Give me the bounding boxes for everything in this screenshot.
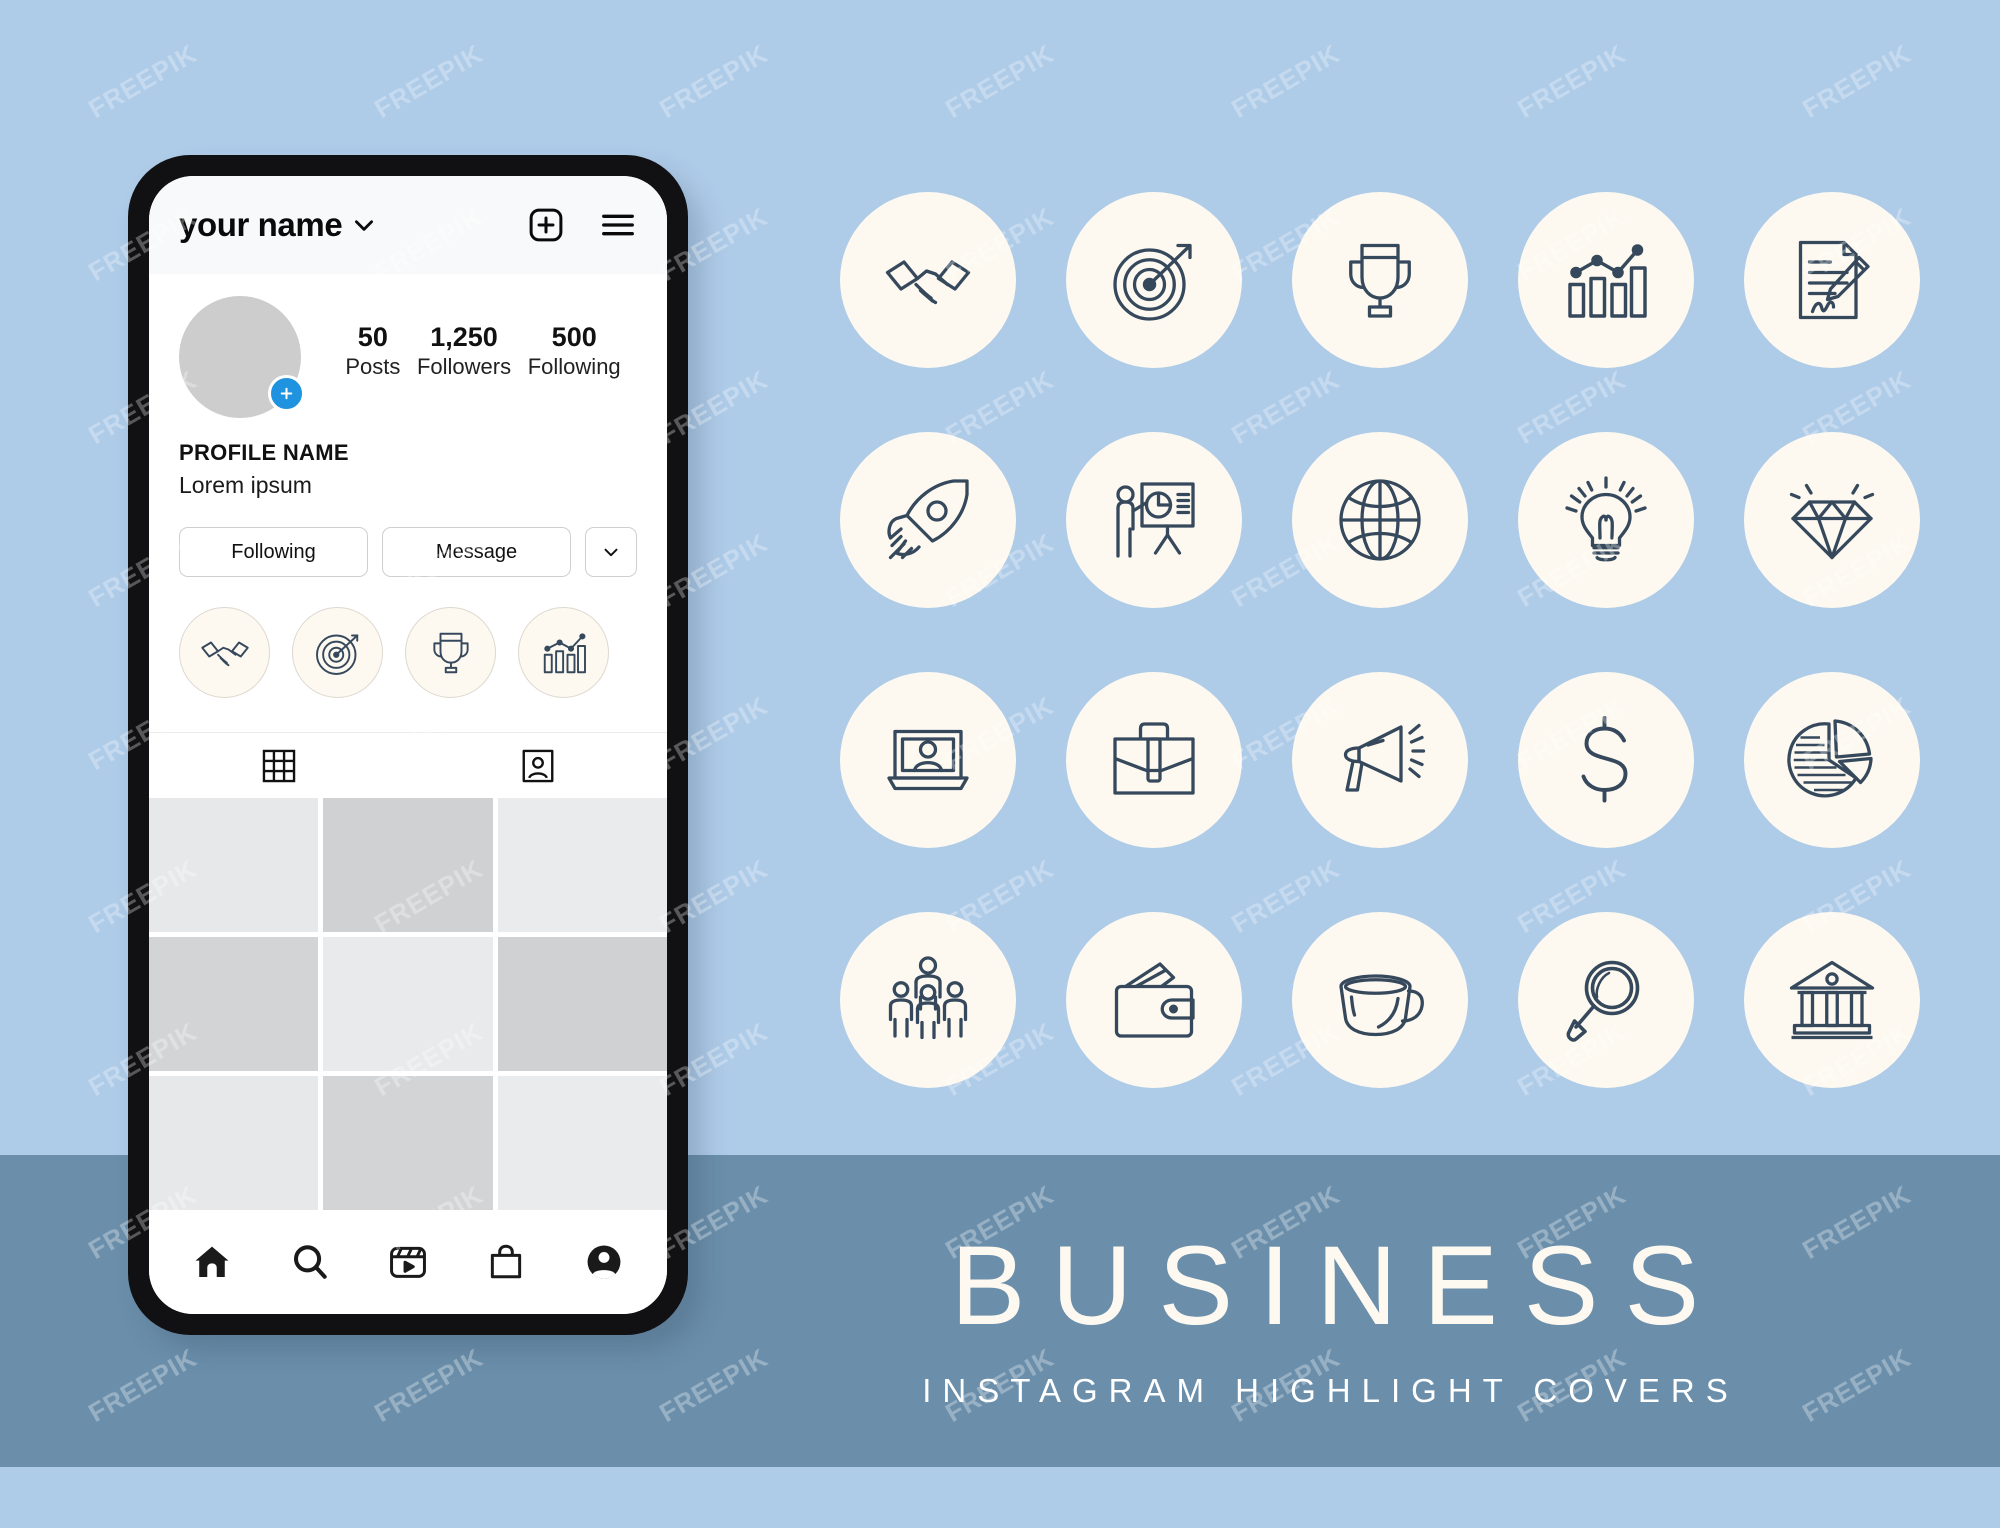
phone-mockup: your name 50 Posts 1,250 Followers 500 F… xyxy=(128,155,688,1335)
highlight-growth-chart[interactable] xyxy=(518,607,609,698)
cover-target[interactable] xyxy=(1066,192,1242,368)
profile-bio: PROFILE NAME Lorem ipsum xyxy=(149,418,667,499)
page-title: BUSINESS xyxy=(950,1223,1726,1348)
cover-pie-chart[interactable] xyxy=(1744,672,1920,848)
following-button[interactable]: Following xyxy=(179,527,368,577)
cover-growth-chart[interactable] xyxy=(1518,192,1694,368)
search-icon[interactable] xyxy=(289,1241,331,1283)
tab-grid[interactable] xyxy=(149,733,408,798)
grid-cell[interactable] xyxy=(323,937,493,1071)
cover-globe[interactable] xyxy=(1292,432,1468,608)
stat-value: 50 xyxy=(357,322,388,352)
add-post-icon[interactable] xyxy=(527,206,565,244)
profile-display-name: PROFILE NAME xyxy=(179,440,349,465)
grid-cell[interactable] xyxy=(497,798,667,932)
avatar[interactable] xyxy=(179,296,305,418)
chevron-down-icon[interactable] xyxy=(351,212,377,238)
cover-magnifier[interactable] xyxy=(1518,912,1694,1088)
cover-wallet[interactable] xyxy=(1066,912,1242,1088)
profile-section: 50 Posts 1,250 Followers 500 Following xyxy=(149,274,667,418)
more-options-button[interactable] xyxy=(585,527,637,577)
grid-cell[interactable] xyxy=(323,798,493,932)
grid-cell[interactable] xyxy=(497,1076,667,1210)
stat-label: Posts xyxy=(345,354,401,380)
stat-value: 500 xyxy=(551,322,597,352)
stat-label: Following xyxy=(527,354,621,380)
cover-rocket[interactable] xyxy=(840,432,1016,608)
cover-diamond[interactable] xyxy=(1744,432,1920,608)
reels-icon[interactable] xyxy=(387,1241,429,1283)
cover-briefcase[interactable] xyxy=(1066,672,1242,848)
highlight-handshake[interactable] xyxy=(179,607,270,698)
bottom-navigation xyxy=(149,1210,667,1314)
shop-bag-icon[interactable] xyxy=(485,1241,527,1283)
instagram-header: your name xyxy=(149,176,667,274)
cover-bank-building[interactable] xyxy=(1744,912,1920,1088)
cover-coffee-cup[interactable] xyxy=(1292,912,1468,1088)
stat-label: Followers xyxy=(416,354,512,380)
highlight-trophy[interactable] xyxy=(405,607,496,698)
profile-bio-text: Lorem ipsum xyxy=(179,472,312,498)
grid-cell[interactable] xyxy=(149,1076,319,1210)
cover-trophy[interactable] xyxy=(1292,192,1468,368)
grid-cell[interactable] xyxy=(497,937,667,1071)
grid-cell[interactable] xyxy=(149,798,319,932)
highlight-cover-board xyxy=(815,160,1945,1120)
highlight-target[interactable] xyxy=(292,607,383,698)
message-button[interactable]: Message xyxy=(382,527,571,577)
stat-following[interactable]: 500 Following xyxy=(528,322,621,382)
cover-laptop-person[interactable] xyxy=(840,672,1016,848)
stat-posts[interactable]: 50 Posts xyxy=(345,322,400,382)
tab-tagged[interactable] xyxy=(408,733,667,798)
cover-dollar-sign[interactable] xyxy=(1518,672,1694,848)
story-highlights xyxy=(149,577,667,698)
stat-followers[interactable]: 1,250 Followers xyxy=(417,322,511,382)
content-tabs xyxy=(149,732,667,798)
profile-stats: 50 Posts 1,250 Followers 500 Following xyxy=(301,296,637,382)
cover-contract-signature[interactable] xyxy=(1744,192,1920,368)
profile-action-buttons: Following Message xyxy=(149,499,667,577)
profile-username: your name xyxy=(179,206,343,243)
grid-cell[interactable] xyxy=(323,1076,493,1210)
plus-icon[interactable] xyxy=(268,375,305,412)
home-icon[interactable] xyxy=(191,1241,233,1283)
stat-value: 1,250 xyxy=(430,322,498,352)
hamburger-menu-icon[interactable] xyxy=(599,206,637,244)
photo-grid xyxy=(149,798,667,1210)
cover-megaphone[interactable] xyxy=(1292,672,1468,848)
phone-screen: your name 50 Posts 1,250 Followers 500 F… xyxy=(149,176,667,1314)
profile-avatar-icon[interactable] xyxy=(583,1241,625,1283)
grid-cell[interactable] xyxy=(149,937,319,1071)
cover-team-group[interactable] xyxy=(840,912,1016,1088)
cover-handshake[interactable] xyxy=(840,192,1016,368)
title-block: BUSINESS INSTAGRAM HIGHLIGHT COVERS xyxy=(700,1230,1950,1410)
cover-presentation[interactable] xyxy=(1066,432,1242,608)
page-subtitle: INSTAGRAM HIGHLIGHT COVERS xyxy=(922,1372,1739,1409)
cover-lightbulb[interactable] xyxy=(1518,432,1694,608)
